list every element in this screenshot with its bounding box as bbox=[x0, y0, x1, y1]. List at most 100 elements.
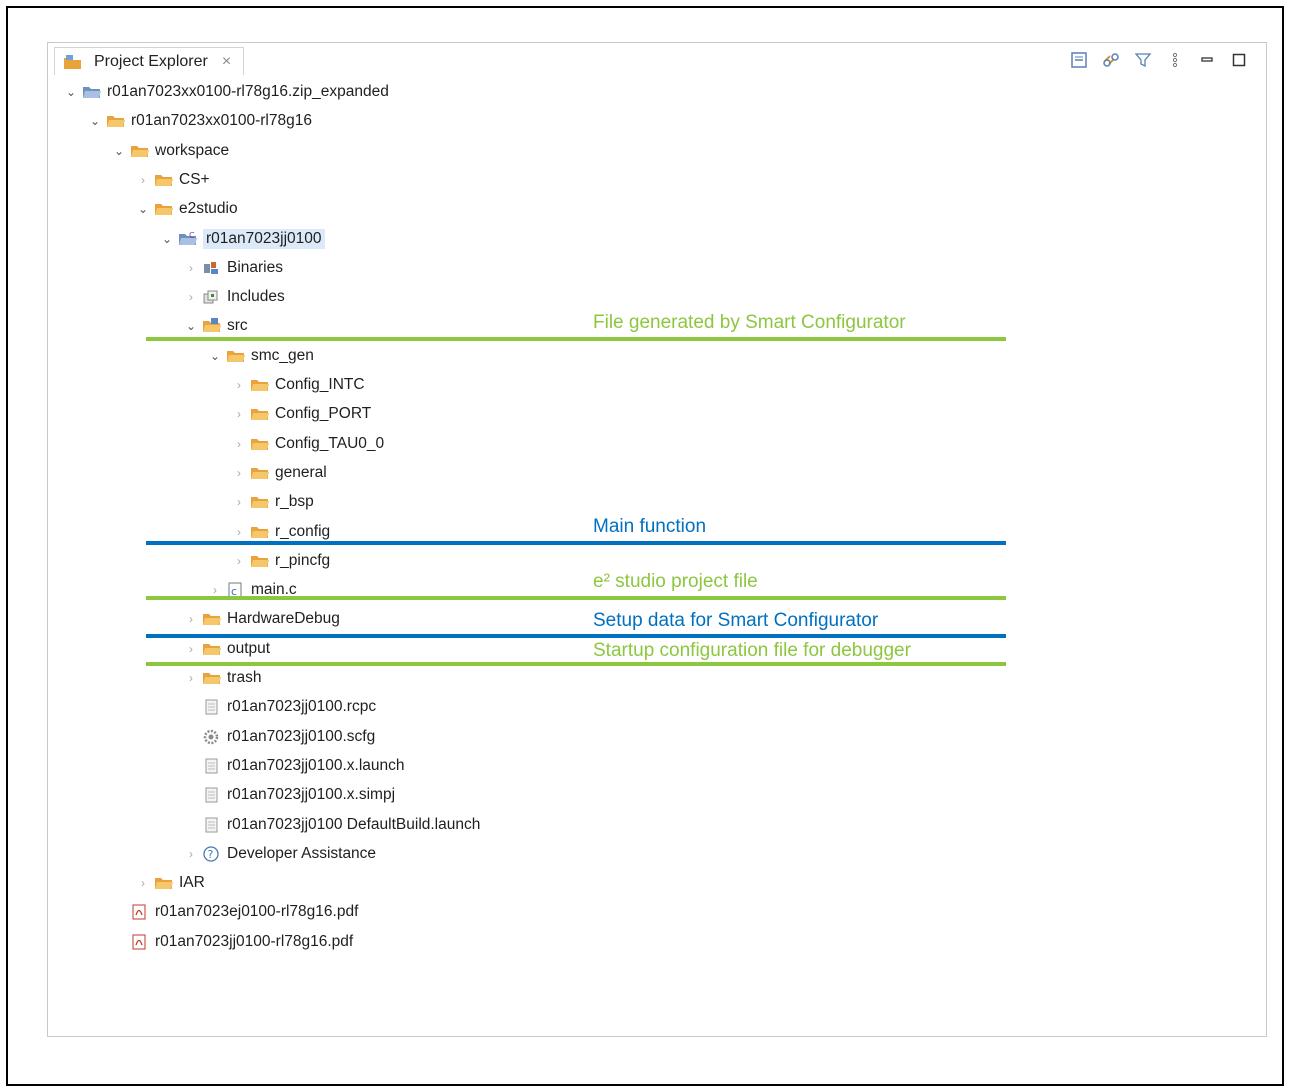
gear-file-icon bbox=[202, 729, 222, 745]
svg-text:C: C bbox=[189, 231, 195, 240]
chevron-down-icon[interactable]: ⌄ bbox=[88, 114, 102, 128]
chevron-right-icon[interactable]: › bbox=[184, 642, 198, 656]
folder-icon bbox=[250, 494, 270, 510]
view-menu-icon[interactable] bbox=[1166, 51, 1184, 69]
tree-item[interactable]: r01an7023jj0100 DefaultBuild.launch bbox=[184, 811, 480, 839]
tree-item[interactable]: › Includes bbox=[184, 283, 285, 311]
chevron-right-icon[interactable]: › bbox=[232, 437, 246, 451]
tree-item-label: r01an7023jj0100.rcpc bbox=[227, 698, 377, 716]
tree-item[interactable]: › Config_PORT bbox=[232, 400, 371, 428]
tree-item[interactable]: › IAR bbox=[136, 869, 205, 897]
tree-item[interactable]: › Config_TAU0_0 bbox=[232, 430, 384, 458]
tree-item[interactable]: › r_bsp bbox=[232, 488, 314, 516]
link-with-editor-icon[interactable] bbox=[1102, 51, 1120, 69]
annotation-underline bbox=[146, 596, 1006, 600]
folder-icon bbox=[250, 465, 270, 481]
annotation-underline bbox=[146, 337, 1006, 341]
chevron-down-icon[interactable]: ⌄ bbox=[184, 319, 198, 333]
folder-icon bbox=[202, 670, 222, 686]
tree-item-label: e2studio bbox=[179, 200, 238, 218]
tree-item-label: Binaries bbox=[227, 258, 283, 276]
chevron-right-icon[interactable]: › bbox=[208, 583, 222, 597]
chevron-right-icon[interactable]: › bbox=[136, 173, 150, 187]
close-icon[interactable]: × bbox=[222, 53, 231, 71]
collapse-all-icon[interactable] bbox=[1070, 51, 1088, 69]
chevron-right-icon[interactable]: › bbox=[232, 554, 246, 568]
tree-item[interactable]: ⌄ e2studio bbox=[136, 195, 238, 223]
folder-icon bbox=[250, 553, 270, 569]
tree-item[interactable]: ⌄ workspace bbox=[112, 137, 229, 165]
tree-item-label: r01an7023xx0100-rl78g16.zip_expanded bbox=[107, 83, 389, 100]
tree-item-label: r01an7023jj0100.x.simpj bbox=[227, 786, 396, 804]
tree-item-label: r01an7023jj0100 bbox=[203, 228, 325, 249]
chevron-down-icon[interactable]: ⌄ bbox=[208, 349, 222, 363]
chevron-down-icon[interactable]: ⌄ bbox=[112, 144, 126, 158]
tree-item[interactable]: › trash bbox=[184, 664, 261, 692]
tree-item-label: r01an7023ej0100-rl78g16.pdf bbox=[155, 903, 359, 921]
tree-item[interactable]: r01an7023jj0100.rcpc bbox=[184, 693, 376, 721]
chevron-right-icon[interactable]: › bbox=[184, 671, 198, 685]
tree-item-label: Config_PORT bbox=[275, 405, 372, 423]
tree-item-label: r01an7023jj0100.x.launch bbox=[227, 756, 405, 774]
chevron-right-icon[interactable]: › bbox=[232, 525, 246, 539]
tree-item[interactable]: r01an7023jj0100.scfg bbox=[184, 723, 375, 751]
tree-item-label: Config_TAU0_0 bbox=[275, 434, 385, 452]
chevron-right-icon[interactable]: › bbox=[184, 612, 198, 626]
annotation-label: Setup data for Smart Configurator bbox=[593, 610, 879, 631]
annotation-label: Main function bbox=[593, 516, 707, 537]
folder-icon bbox=[202, 641, 222, 657]
chevron-right-icon[interactable]: › bbox=[232, 495, 246, 509]
folder-icon bbox=[250, 406, 270, 422]
chevron-down-icon[interactable]: ⌄ bbox=[136, 202, 150, 216]
chevron-right-icon[interactable]: › bbox=[184, 290, 198, 304]
svg-text:?: ? bbox=[208, 848, 214, 861]
filter-icon[interactable] bbox=[1134, 51, 1152, 69]
tree-item[interactable]: ⌄ smc_gen bbox=[208, 342, 314, 370]
tree-item[interactable]: › general bbox=[232, 459, 327, 487]
chevron-right-icon[interactable]: › bbox=[232, 407, 246, 421]
chevron-right-icon[interactable]: › bbox=[136, 876, 150, 890]
tree-item[interactable]: › HardwareDebug bbox=[184, 605, 340, 633]
tree-item[interactable]: ⌄ r01an7023xx0100-rl78g16 bbox=[88, 107, 312, 135]
tree-item[interactable]: ⌄ Cr01an7023jj0100 bbox=[160, 225, 325, 253]
chevron-right-icon[interactable]: › bbox=[232, 466, 246, 480]
tree-item-label: Includes bbox=[227, 288, 285, 306]
folder-icon bbox=[106, 113, 126, 129]
tree-item[interactable]: › CS+ bbox=[136, 166, 210, 194]
tree-item[interactable]: › r_pincfg bbox=[232, 547, 330, 575]
folder-icon bbox=[154, 875, 174, 891]
tree-item-label: Config_INTC bbox=[275, 376, 365, 393]
chevron-right-icon[interactable]: › bbox=[184, 847, 198, 861]
file-icon bbox=[202, 787, 222, 803]
tree-item[interactable]: ⌄ r01an7023xx0100-rl78g16.zip_expanded bbox=[64, 78, 389, 106]
minimize-icon[interactable] bbox=[1198, 51, 1216, 69]
tree-item[interactable]: › output bbox=[184, 635, 270, 663]
chevron-right-icon[interactable]: › bbox=[232, 378, 246, 392]
tree-item[interactable]: r01an7023jj0100.x.simpj bbox=[184, 781, 395, 809]
tree-item-label: r_config bbox=[275, 522, 331, 540]
project-explorer-icon bbox=[63, 54, 83, 70]
chevron-down-icon[interactable]: ⌄ bbox=[160, 232, 174, 246]
annotation-label: File generated by Smart Configurator bbox=[593, 312, 906, 333]
source-folder-icon bbox=[202, 318, 222, 334]
tab-title: Project Explorer bbox=[94, 52, 208, 70]
file-icon bbox=[202, 699, 222, 715]
tree-item[interactable]: r01an7023ej0100-rl78g16.pdf bbox=[112, 898, 358, 926]
folder-icon bbox=[226, 348, 246, 364]
project-folder-icon bbox=[82, 84, 102, 100]
maximize-icon[interactable] bbox=[1230, 51, 1248, 69]
tree-item[interactable]: › Binaries bbox=[184, 254, 283, 282]
tree-item[interactable]: ›? Developer Assistance bbox=[184, 840, 376, 868]
chevron-down-icon[interactable]: ⌄ bbox=[64, 85, 78, 99]
tab-project-explorer[interactable]: Project Explorer × bbox=[54, 47, 245, 75]
help-icon: ? bbox=[202, 846, 222, 862]
folder-icon bbox=[250, 524, 270, 540]
tree-item-label: r01an7023jj0100 DefaultBuild.launch bbox=[227, 815, 481, 833]
annotation-underline bbox=[146, 634, 1006, 638]
folder-icon bbox=[154, 201, 174, 217]
chevron-right-icon[interactable]: › bbox=[184, 261, 198, 275]
project-explorer-panel: Project Explorer × bbox=[47, 42, 1267, 1037]
tree-item[interactable]: › Config_INTC bbox=[232, 371, 365, 399]
tree-item[interactable]: r01an7023jj0100.x.launch bbox=[184, 752, 405, 780]
tree-item[interactable]: r01an7023jj0100-rl78g16.pdf bbox=[112, 928, 353, 956]
